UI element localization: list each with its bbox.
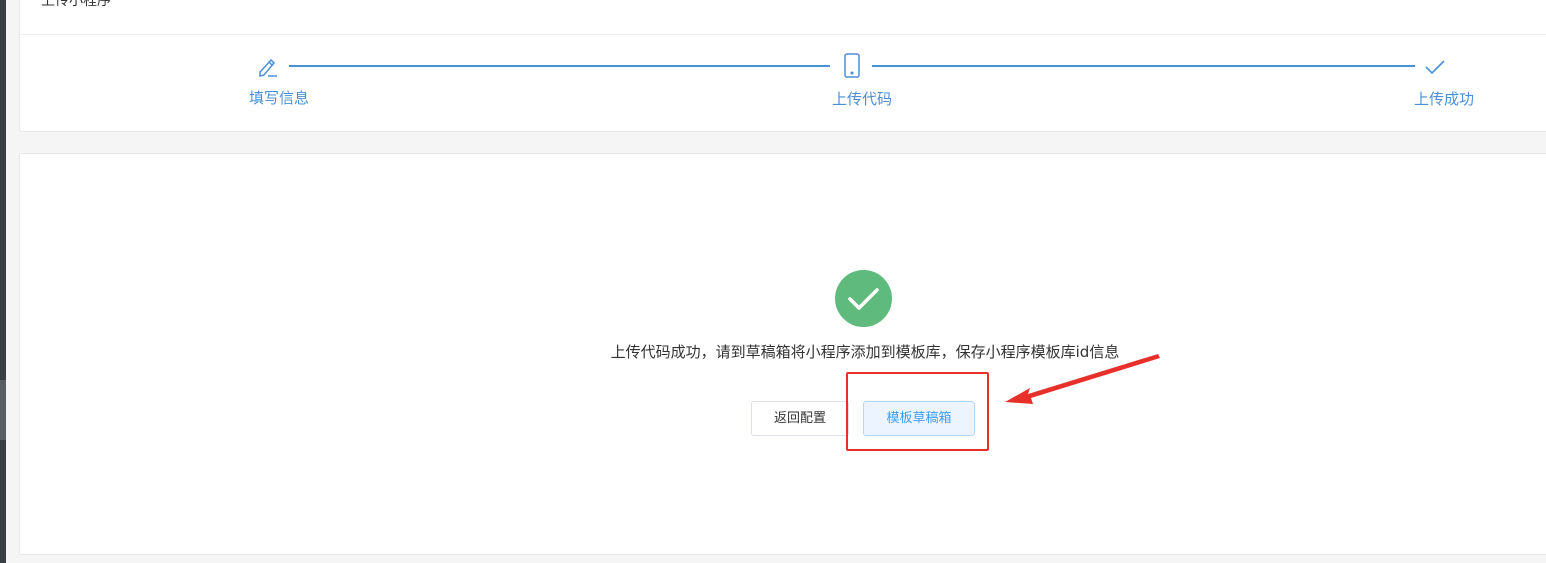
success-message: 上传代码成功，请到草稿箱将小程序添加到模板库，保存小程序模板库id信息 xyxy=(610,343,1120,361)
annotation-arrow-icon xyxy=(1005,354,1160,404)
step-connector-2 xyxy=(872,65,1415,67)
steps-bar: 填写信息 上传代码 上传成功 xyxy=(20,0,1546,133)
window-edge-slice xyxy=(0,380,6,440)
step-label-fill-info: 填写信息 xyxy=(249,89,310,107)
annotation-highlight-box xyxy=(846,372,989,451)
pencil-icon xyxy=(256,55,280,79)
success-check-icon xyxy=(835,270,892,327)
check-icon xyxy=(1423,55,1447,79)
result-card: 上传代码成功，请到草稿箱将小程序添加到模板库，保存小程序模板库id信息 返回配置… xyxy=(19,153,1546,555)
phone-icon xyxy=(840,53,864,78)
steps-card: 上传小程序 填写信息 上传代码 上传成功 xyxy=(19,0,1546,132)
window-edge xyxy=(0,0,6,563)
step-label-upload-success: 上传成功 xyxy=(1414,90,1475,108)
step-connector-1 xyxy=(289,65,830,67)
step-label-upload-code: 上传代码 xyxy=(832,90,893,108)
back-to-config-button[interactable]: 返回配置 xyxy=(751,401,849,436)
